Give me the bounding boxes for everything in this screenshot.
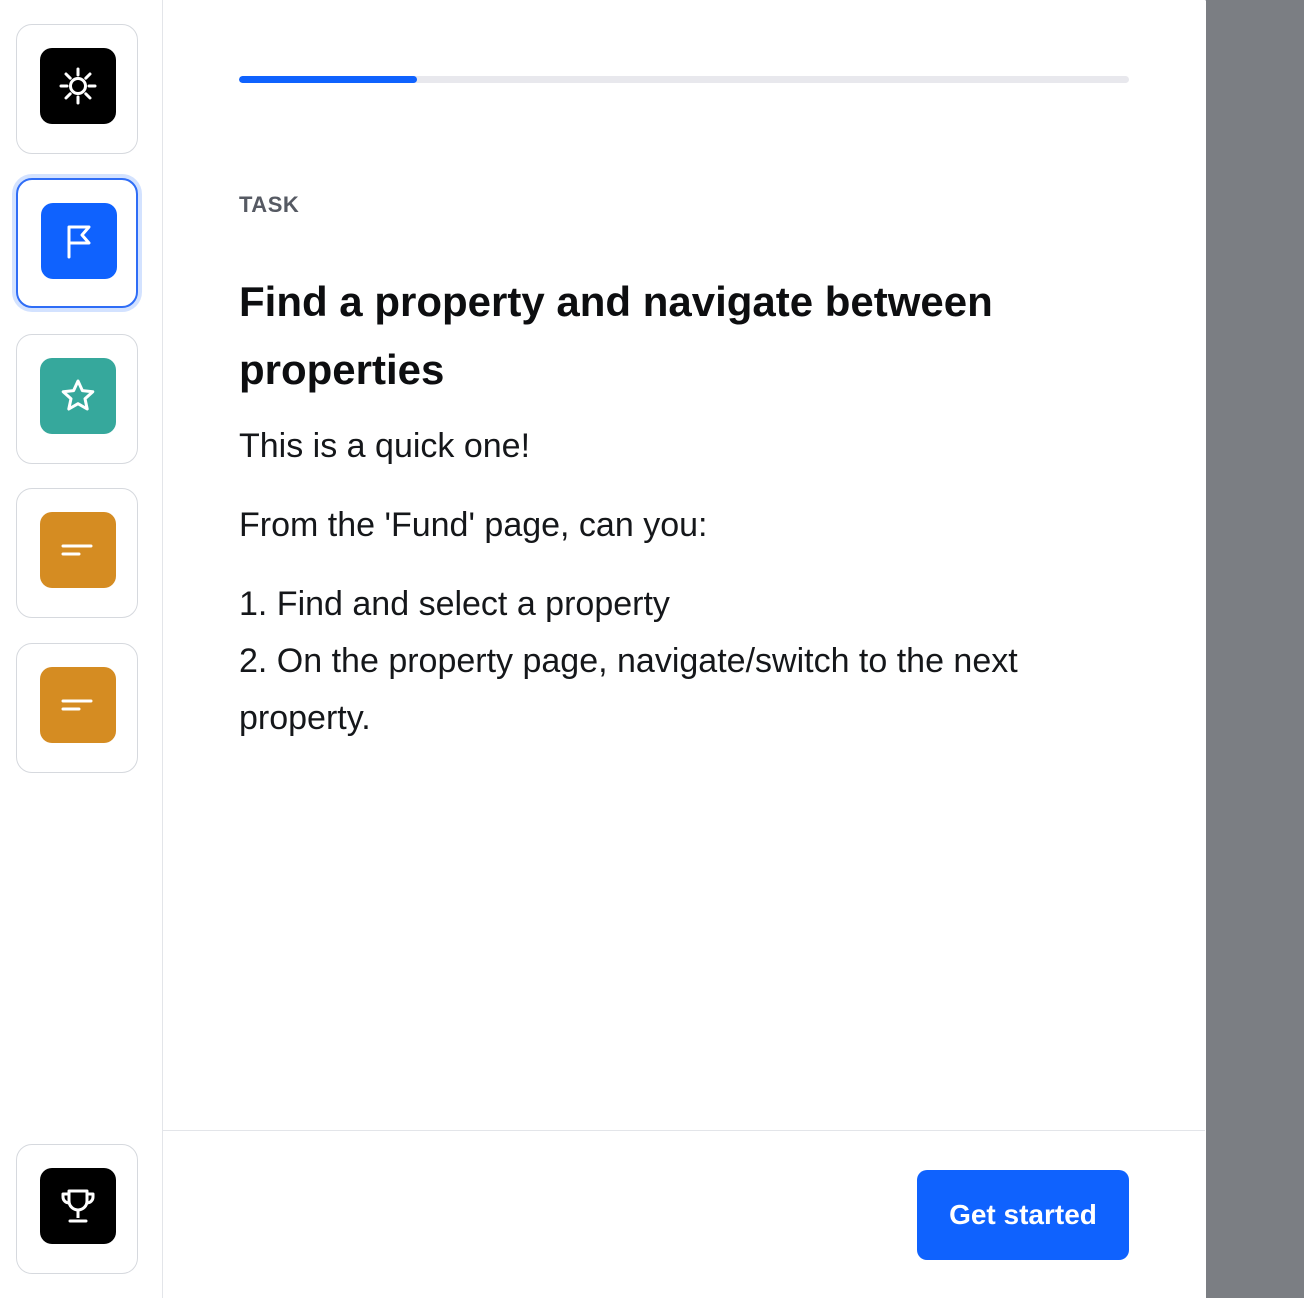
- step-text-2[interactable]: [16, 643, 138, 773]
- settings-icon: [40, 48, 116, 124]
- task-modal: TASK Find a property and navigate betwee…: [0, 0, 1304, 1298]
- page-backdrop: [1206, 0, 1304, 1298]
- progress-bar: [239, 76, 1129, 83]
- star-icon: [40, 358, 116, 434]
- step-star[interactable]: [16, 334, 138, 464]
- step-text-1[interactable]: [16, 488, 138, 618]
- task-lead: From the 'Fund' page, can you:: [239, 506, 708, 544]
- trophy-icon: [40, 1168, 116, 1244]
- task-title: Find a property and navigate between pro…: [239, 278, 993, 393]
- get-started-button[interactable]: Get started: [917, 1170, 1129, 1260]
- task-content: TASK Find a property and navigate betwee…: [163, 0, 1205, 1298]
- text-lines-icon: [40, 667, 116, 743]
- progress-fill: [239, 76, 417, 83]
- step-flag[interactable]: [16, 178, 138, 308]
- step-trophy[interactable]: [16, 1144, 138, 1274]
- step-sidebar: [0, 0, 163, 1298]
- flag-icon: [40, 202, 117, 279]
- footer-divider: [163, 1130, 1205, 1131]
- task-step-1: 1. Find and select a property: [239, 585, 670, 623]
- text-lines-icon: [40, 512, 116, 588]
- task-step-2: 2. On the property page, navigate/switch…: [239, 642, 1018, 737]
- task-intro: This is a quick one!: [239, 427, 531, 465]
- task-eyebrow: TASK: [239, 192, 300, 217]
- step-settings[interactable]: [16, 24, 138, 154]
